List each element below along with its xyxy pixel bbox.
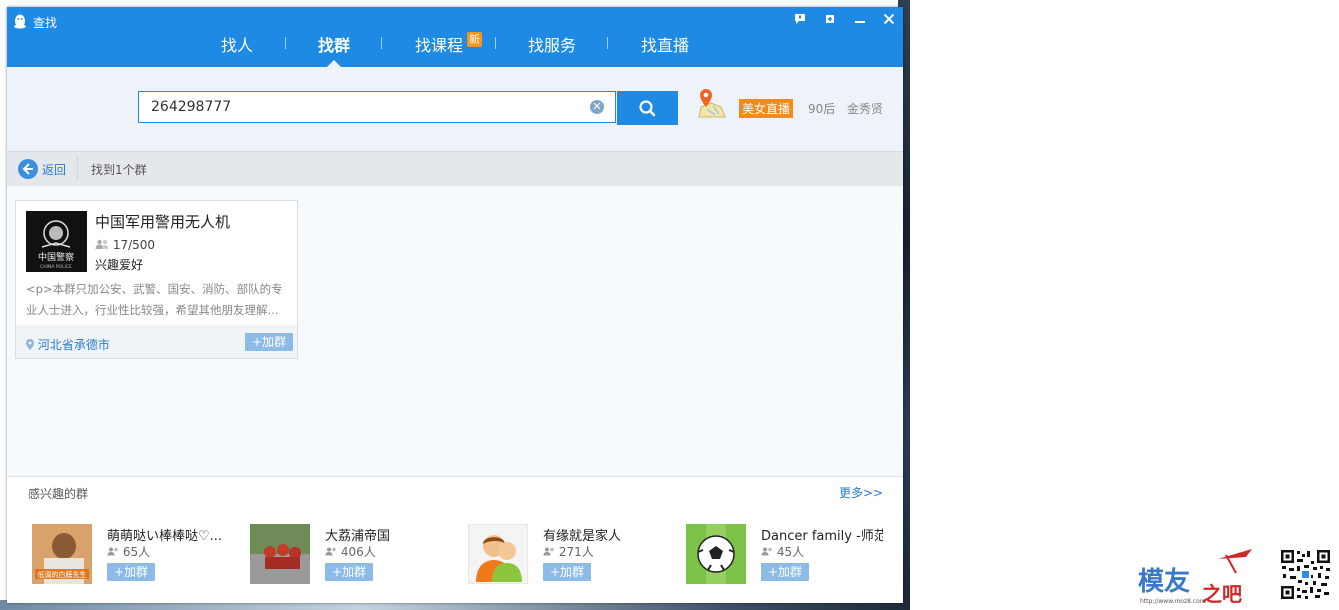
feedback-icon[interactable] [792,13,808,29]
recommend-join-button-1[interactable]: +加群 [107,563,155,581]
close-icon[interactable] [881,13,897,29]
recommend-count-2-text: 406人 [340,545,376,559]
watermark-suffix: 之吧 [1202,582,1242,606]
result-bar-divider [77,155,78,181]
tab-find-groups[interactable]: 找群 [318,32,350,55]
recommend-join-button-4[interactable]: +加群 [761,563,809,581]
tab-find-courses[interactable]: 找课程 [415,32,463,55]
tab-separator [285,37,286,49]
find-window: 查找 找人 找群 找课程 新 找服务 找直播 ✕ 美女直播 90后 金秀贤 [7,7,903,603]
members-icon [95,239,109,249]
group-name[interactable]: 中国军用警用无人机 [95,211,230,232]
window-title: 查找 [33,16,58,30]
recommend-name-2[interactable]: 大荔浦帝国 [325,525,390,544]
search-button[interactable] [617,91,678,125]
group-location[interactable]: 河北省承德市 [26,336,110,353]
back-arrow-icon[interactable] [18,159,38,179]
recommend-count-2: 406人 [325,543,376,560]
group-member-count-text: 17/500 [112,238,156,252]
recommend-count-1-text: 65人 [122,545,151,559]
new-badge: 新 [467,32,482,47]
recommend-count-3-text: 271人 [558,545,594,559]
location-pin-icon [26,339,34,350]
recommend-join-button-2[interactable]: +加群 [325,563,373,581]
minimize-icon[interactable] [852,13,868,29]
recommend-avatar-3[interactable] [468,524,528,584]
recommend-join-button-3[interactable]: +加群 [543,563,591,581]
watermark-url: http://www.moz8.com [1140,598,1206,605]
tab-find-live[interactable]: 找直播 [641,32,689,55]
recommend-avatar-1[interactable]: 低调的白膜先生 [32,524,92,584]
recommend-name-3[interactable]: 有缘就是家人 [543,525,621,544]
more-groups-link[interactable]: 更多>> [839,484,883,501]
watermark-brand: 模友 [1138,567,1191,597]
recommend-name-4[interactable]: Dancer family -师范 [761,525,883,544]
recommend-avatar-2[interactable] [250,524,310,584]
pin-icon[interactable] [822,13,838,29]
tab-find-services[interactable]: 找服务 [528,32,576,55]
group-location-text: 河北省承德市 [37,338,110,352]
hot-tag-kim-soo-hyun[interactable]: 金秀贤 [847,100,883,117]
group-avatar: 中国警察 CHINA POLICE [26,211,87,272]
result-count: 找到1个群 [91,163,147,177]
recommend-name-1[interactable]: 萌萌哒い棒棒哒♡... [107,525,232,544]
recommend-count-4: 45人 [761,543,804,560]
group-category: 兴趣爱好 [95,258,144,272]
back-link[interactable]: 返回 [42,161,66,178]
avatar-text: 中国警察 [38,251,74,263]
tab-separator [607,37,608,49]
recommend-count-3: 271人 [543,543,594,560]
active-tab-indicator [327,60,341,67]
recommend-count-4-text: 45人 [776,545,805,559]
qq-penguin-icon [14,14,26,29]
search-input[interactable] [138,91,616,123]
group-description: <p>本群只加公安、武警、国安、消防、部队的专业人士进入，行业性比较强，希望其他… [26,282,283,317]
recommend-title: 感兴趣的群 [28,487,89,501]
group-member-count: 17/500 [95,238,155,252]
recommend-avatar-1-caption: 低调的白膜先生 [38,570,87,579]
recommend-count-1: 65人 [107,543,150,560]
members-icon [325,547,336,556]
hot-tag-live[interactable]: 美女直播 [739,99,794,118]
members-icon [543,547,554,556]
tab-find-people[interactable]: 找人 [221,32,253,55]
group-result-card[interactable]: 中国警察 CHINA POLICE 中国军用警用无人机 17/500 兴趣爱好 … [15,200,298,359]
hot-tag-90s[interactable]: 90后 [808,100,835,117]
search-icon [639,100,656,117]
members-icon [107,547,118,556]
qr-code-icon [1280,549,1331,600]
avatar-subtext: CHINA POLICE [40,264,72,270]
join-group-button[interactable]: +加群 [245,333,293,351]
recommend-avatar-4[interactable] [686,524,746,584]
clear-search-icon[interactable]: ✕ [590,100,604,114]
tab-separator [495,37,496,49]
map-location-icon[interactable] [695,87,727,121]
tab-separator [381,37,382,49]
members-icon [761,547,772,556]
